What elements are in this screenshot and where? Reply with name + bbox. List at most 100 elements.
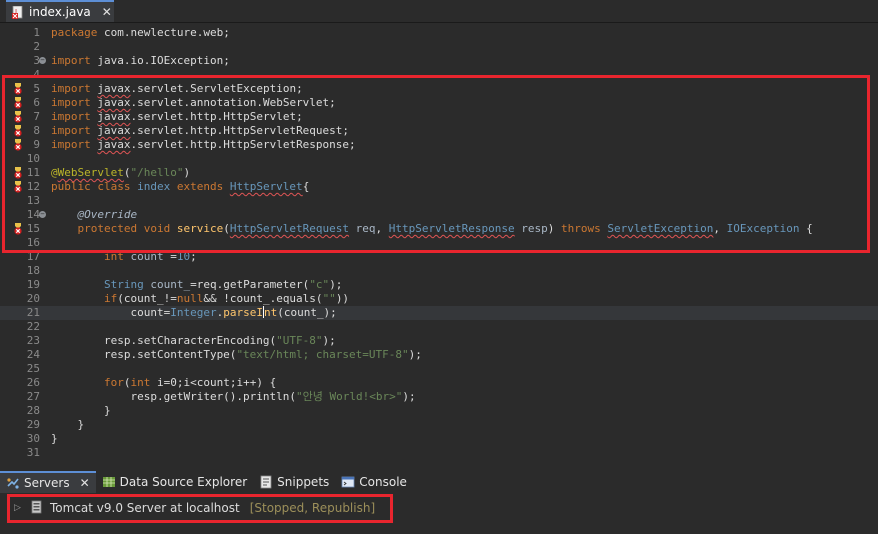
code-text: @WebServlet("/hello") xyxy=(51,166,190,180)
code-token: resp.setCharacterEncoding( xyxy=(51,334,277,347)
code-token: java.io.IOException; xyxy=(90,54,230,67)
code-token: "c" xyxy=(309,278,330,291)
code-token: count= xyxy=(51,306,171,319)
code-token: = xyxy=(163,250,177,263)
code-text: for(int i=0;i<count;i++) { xyxy=(51,376,276,390)
editor-tab-label: index.java xyxy=(29,5,91,19)
code-line[interactable]: 13 xyxy=(0,194,878,208)
code-token: resp.getWriter().println( xyxy=(51,390,297,403)
code-token: .servlet.annotation.WebServlet; xyxy=(130,96,336,109)
line-number: 4 xyxy=(33,68,40,81)
code-token: ServletException xyxy=(607,222,714,235)
code-text: count=Integer.parseInt(count_); xyxy=(51,306,337,320)
code-token: ); xyxy=(329,278,343,291)
code-token: =req.getParameter( xyxy=(190,278,310,291)
view-tab-console[interactable]: Console xyxy=(335,471,413,493)
code-line[interactable]: 10 xyxy=(0,152,878,166)
code-line[interactable]: 3− import java.io.IOException; xyxy=(0,54,878,68)
error-marker-icon[interactable] xyxy=(12,125,24,137)
code-line[interactable]: 26 for(int i=0;i<count;i++) { xyxy=(0,376,878,390)
code-line[interactable]: 9 import javax.servlet.http.HttpServletRe… xyxy=(0,138,878,152)
code-line[interactable]: 4 xyxy=(0,68,878,82)
code-token: HttpServletRequest xyxy=(229,222,350,235)
code-token: count_ xyxy=(150,278,191,291)
code-token: package xyxy=(51,26,98,39)
server-row-tomcat[interactable]: ▷ Tomcat v9.0 Server at localhost [Stopp… xyxy=(14,499,375,517)
code-token: HttpServlet xyxy=(229,180,303,193)
close-icon[interactable]: ✕ xyxy=(80,476,90,490)
code-token: ); xyxy=(322,334,336,347)
code-token: if xyxy=(51,292,118,305)
code-token: import xyxy=(51,54,91,67)
code-token: for xyxy=(51,376,124,389)
code-editor[interactable]: 1 package com.newlecture.web; 2 3− import ja… xyxy=(0,23,878,463)
error-marker-icon[interactable] xyxy=(12,97,24,109)
code-text: resp.setContentType("text/html; charset=… xyxy=(51,348,422,362)
code-line[interactable]: 25 xyxy=(0,362,878,376)
view-tab-data-source-explorer[interactable]: Data Source Explorer xyxy=(96,471,253,493)
line-number: 21 xyxy=(26,306,40,319)
code-line[interactable]: 31 xyxy=(0,446,878,460)
code-line[interactable]: 27 resp.getWriter().println("안녕 World!<b… xyxy=(0,390,878,404)
code-line[interactable]: 28 } xyxy=(0,404,878,418)
code-line[interactable]: 14− @Override xyxy=(0,208,878,222)
code-token: index xyxy=(137,180,171,193)
fold-toggle-icon[interactable]: − xyxy=(39,57,46,64)
code-text: resp.getWriter().println("안녕 World!<br>"… xyxy=(51,390,415,404)
line-number: 16 xyxy=(26,236,40,249)
server-status: [Stopped, Republish] xyxy=(249,501,376,515)
code-line[interactable]: 1 package com.newlecture.web; xyxy=(0,26,878,40)
code-line[interactable]: 16 xyxy=(0,236,878,250)
code-line[interactable]: 23 resp.setCharacterEncoding("UTF-8"); xyxy=(0,334,878,348)
code-line[interactable]: 5 import javax.servlet.ServletException; xyxy=(0,82,878,96)
code-token: com.newlecture.web; xyxy=(97,26,230,39)
fold-toggle-icon[interactable]: − xyxy=(39,211,46,218)
code-token: javax xyxy=(97,124,131,137)
error-marker-icon[interactable] xyxy=(12,223,24,235)
view-tab-snippets[interactable]: Snippets xyxy=(253,471,335,493)
editor-tab-bar: J index.java ✕ xyxy=(0,0,878,23)
code-line[interactable]: 24 resp.setContentType("text/html; chars… xyxy=(0,348,878,362)
code-line[interactable]: 12 public class index extends HttpServlet… xyxy=(0,180,878,194)
code-text: import javax.servlet.annotation.WebServl… xyxy=(51,96,336,110)
code-token: count xyxy=(130,250,164,263)
error-marker-icon[interactable] xyxy=(12,83,24,95)
error-marker-icon[interactable] xyxy=(12,181,24,193)
code-token: , xyxy=(375,222,389,235)
line-number: 18 xyxy=(26,264,40,277)
expand-arrow-icon[interactable]: ▷ xyxy=(14,503,24,513)
code-token: .servlet.http.HttpServlet; xyxy=(130,110,303,123)
line-number: 13 xyxy=(26,194,40,207)
code-line[interactable]: 30} xyxy=(0,432,878,446)
code-token: "안녕 World!<br>" xyxy=(296,390,403,403)
code-token: resp xyxy=(514,222,548,235)
error-marker-icon[interactable] xyxy=(12,111,24,123)
code-token: , xyxy=(713,222,727,235)
code-text: import javax.servlet.http.HttpServlet; xyxy=(51,110,303,124)
code-token: @ xyxy=(51,166,58,179)
code-token: "text/html; charset=UTF-8" xyxy=(236,348,409,361)
editor-tab-index-java[interactable]: J index.java ✕ xyxy=(6,0,114,22)
code-line[interactable]: 7 import javax.servlet.http.HttpServlet; xyxy=(0,110,878,124)
error-marker-icon[interactable] xyxy=(12,139,24,151)
code-token: protected void xyxy=(51,222,177,235)
code-line[interactable]: 2 xyxy=(0,40,878,54)
servers-icon xyxy=(6,476,20,490)
code-line[interactable]: 22 xyxy=(0,320,878,334)
code-line[interactable]: 20 if(count_!=null&& !count_.equals("")) xyxy=(0,292,878,306)
code-line[interactable]: 29 } xyxy=(0,418,878,432)
code-line[interactable]: 11 @WebServlet("/hello") xyxy=(0,166,878,180)
code-line[interactable]: 6 import javax.servlet.annotation.WebServ… xyxy=(0,96,878,110)
line-number: 17 xyxy=(26,250,40,263)
view-tab-servers[interactable]: Servers ✕ xyxy=(0,471,96,493)
error-marker-icon[interactable] xyxy=(12,167,24,179)
code-token: public class xyxy=(51,180,138,193)
code-line[interactable]: 8 import javax.servlet.http.HttpServletRe… xyxy=(0,124,878,138)
code-token: javax xyxy=(97,96,131,109)
close-icon[interactable]: ✕ xyxy=(102,5,112,19)
code-line[interactable]: 19 String count_=req.getParameter("c"); xyxy=(0,278,878,292)
code-line[interactable]: 15 protected void service(HttpServletReq… xyxy=(0,222,878,236)
code-line[interactable]: 17 int count =10; xyxy=(0,250,878,264)
code-line[interactable]: 21 count=Integer.parseInt(count_); xyxy=(0,306,878,320)
code-line[interactable]: 18 xyxy=(0,264,878,278)
